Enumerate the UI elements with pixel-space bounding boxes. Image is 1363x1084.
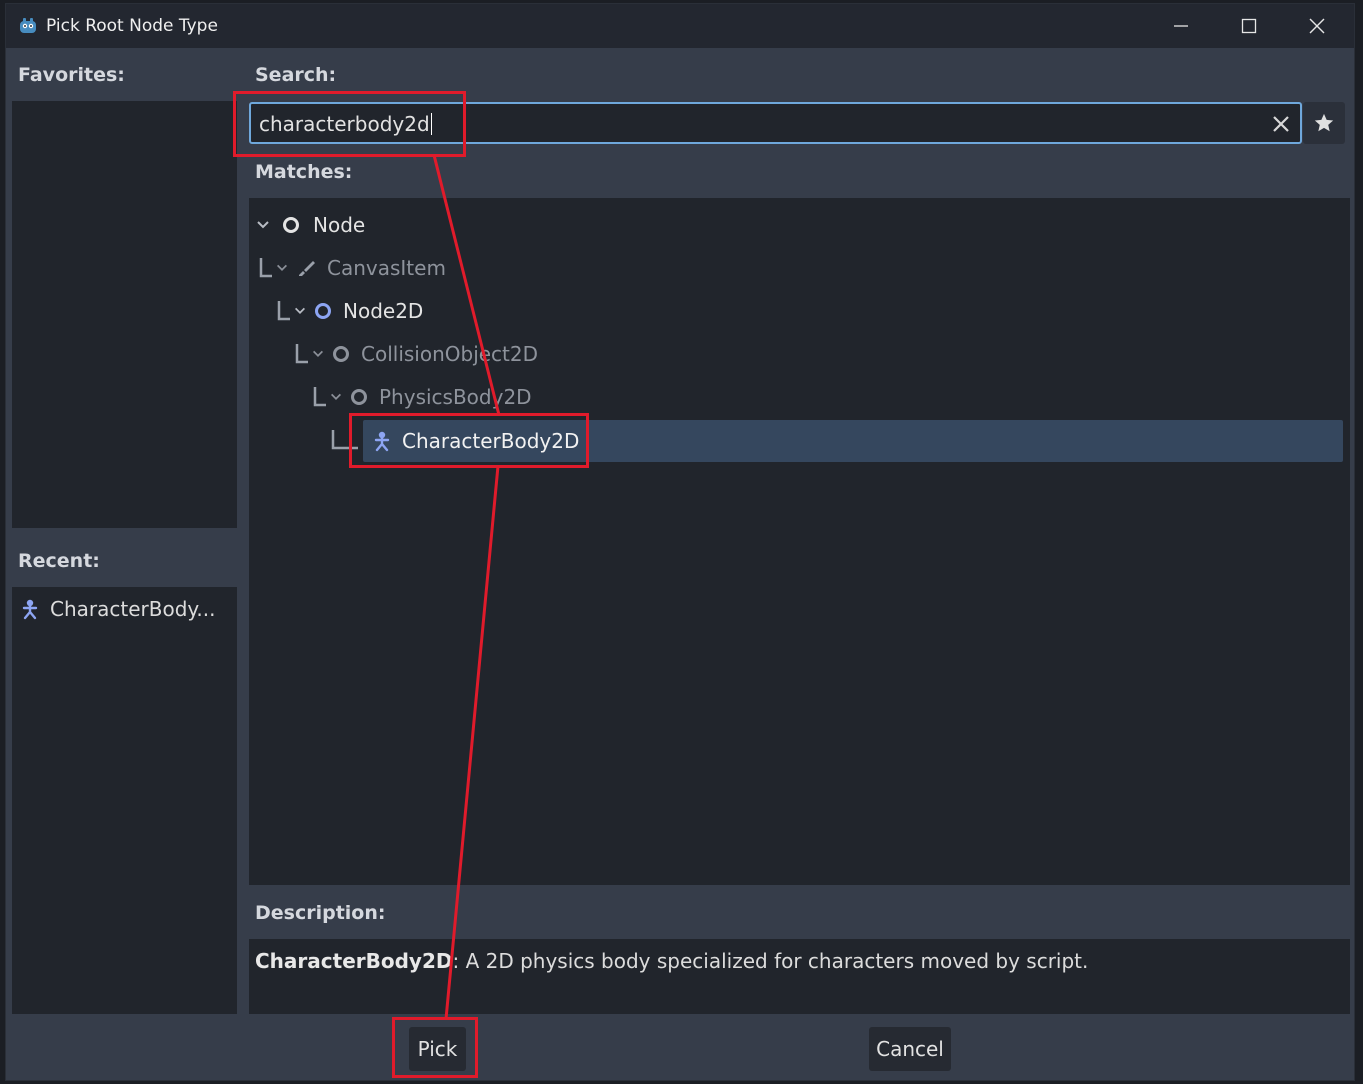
description-body: : A 2D physics body specialized for char…: [452, 949, 1089, 973]
maximize-icon: [1241, 18, 1257, 34]
chevron-down-icon[interactable]: [275, 260, 289, 276]
annotation-box-pick: [392, 1017, 478, 1078]
minimize-button[interactable]: [1147, 4, 1215, 48]
recent-item-label: CharacterBody...: [50, 597, 216, 621]
matches-label: Matches:: [255, 161, 353, 183]
tree-row-label: PhysicsBody2D: [379, 385, 532, 409]
node-circle-icon: [283, 217, 299, 233]
recent-item-characterbody[interactable]: CharacterBody...: [19, 597, 215, 621]
tree-connector-icon: [277, 301, 290, 321]
chevron-down-icon[interactable]: [311, 346, 325, 362]
chevron-down-icon[interactable]: [255, 217, 271, 233]
tree-row-label: CanvasItem: [327, 256, 446, 280]
description-label: Description:: [255, 902, 386, 924]
search-label: Search:: [255, 64, 337, 86]
recent-label: Recent:: [18, 550, 100, 572]
tree-row-collisionobject2d[interactable]: CollisionObject2D: [295, 334, 538, 374]
tree-row-label: Node: [313, 213, 366, 237]
favorites-list[interactable]: [12, 101, 237, 528]
tree-row-node2d[interactable]: Node2D: [277, 291, 423, 331]
star-icon: [1314, 113, 1334, 132]
pick-root-node-dialog: Pick Root Node Type Favorites: Recent: S…: [5, 3, 1355, 1081]
tree-connector-icon: [295, 344, 308, 364]
node2d-circle-icon: [315, 303, 331, 319]
favorites-label: Favorites:: [18, 64, 125, 86]
window-title: Pick Root Node Type: [46, 16, 218, 36]
chevron-down-icon[interactable]: [293, 303, 307, 319]
godot-app-icon: [20, 18, 36, 33]
brush-icon: [299, 261, 315, 276]
annotation-box-characterbody2d: [349, 413, 589, 468]
annotation-box-search: [233, 91, 466, 157]
favorite-button[interactable]: [1303, 102, 1345, 144]
tree-row-physicsbody2d[interactable]: PhysicsBody2D: [313, 377, 532, 417]
tree-connector-icon: [313, 387, 326, 407]
character-body-icon: [22, 599, 38, 620]
tree-row-label: CollisionObject2D: [361, 342, 539, 366]
close-icon: [1309, 18, 1325, 34]
physics-body-icon: [351, 389, 367, 405]
clear-icon[interactable]: [1270, 113, 1292, 135]
tree-connector-icon: [259, 258, 272, 278]
recent-list[interactable]: [12, 587, 237, 1014]
maximize-button[interactable]: [1215, 4, 1283, 48]
close-window-button[interactable]: [1283, 4, 1351, 48]
minimize-icon: [1174, 25, 1188, 27]
collision-object-icon: [333, 346, 349, 362]
cancel-button[interactable]: Cancel: [869, 1027, 951, 1071]
tree-row-canvasitem[interactable]: CanvasItem: [259, 248, 446, 288]
title-bar: Pick Root Node Type: [6, 4, 1354, 48]
tree-row-label: Node2D: [343, 299, 424, 323]
chevron-down-icon[interactable]: [329, 389, 343, 405]
matches-tree: Node CanvasItem Node2D CollisionObject2D: [249, 198, 1350, 885]
tree-row-node[interactable]: Node: [255, 205, 365, 245]
description-text: CharacterBody2D: A 2D physics body speci…: [255, 949, 1088, 973]
description-class-name: CharacterBody2D: [255, 949, 453, 973]
